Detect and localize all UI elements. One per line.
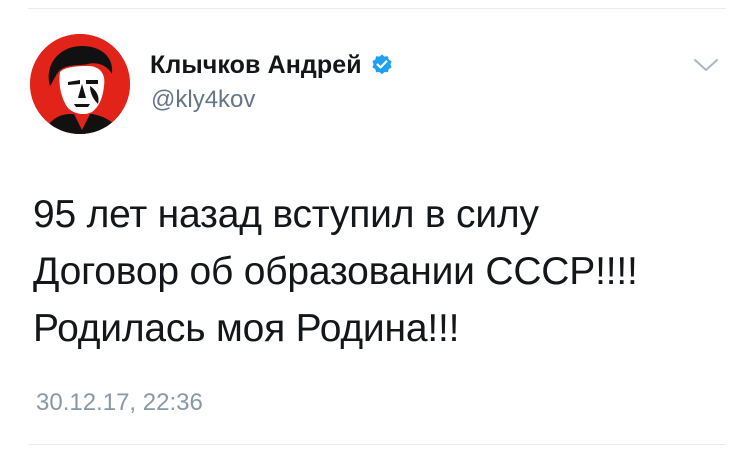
author-handle[interactable]: @kly4kov bbox=[151, 86, 255, 114]
bottom-divider bbox=[28, 444, 726, 445]
portrait-avatar-icon bbox=[30, 34, 130, 134]
tweet-text: 95 лет назад вступил в силу Договор об о… bbox=[33, 186, 733, 357]
verified-badge-icon bbox=[370, 53, 394, 77]
author-avatar[interactable] bbox=[30, 34, 130, 134]
author-name-row: Клычков Андрей bbox=[150, 48, 394, 82]
tweet-line: Родилась моя Родина!!! bbox=[33, 307, 460, 350]
tweet-line: 95 лет назад вступил в силу bbox=[33, 193, 539, 236]
author-display-name[interactable]: Клычков Андрей bbox=[150, 51, 362, 80]
tweet-line: Договор об образовании СССР!!!! bbox=[33, 250, 638, 293]
top-divider bbox=[28, 8, 726, 9]
chevron-down-icon[interactable] bbox=[693, 56, 719, 74]
tweet-timestamp[interactable]: 30.12.17, 22:36 bbox=[36, 389, 203, 417]
